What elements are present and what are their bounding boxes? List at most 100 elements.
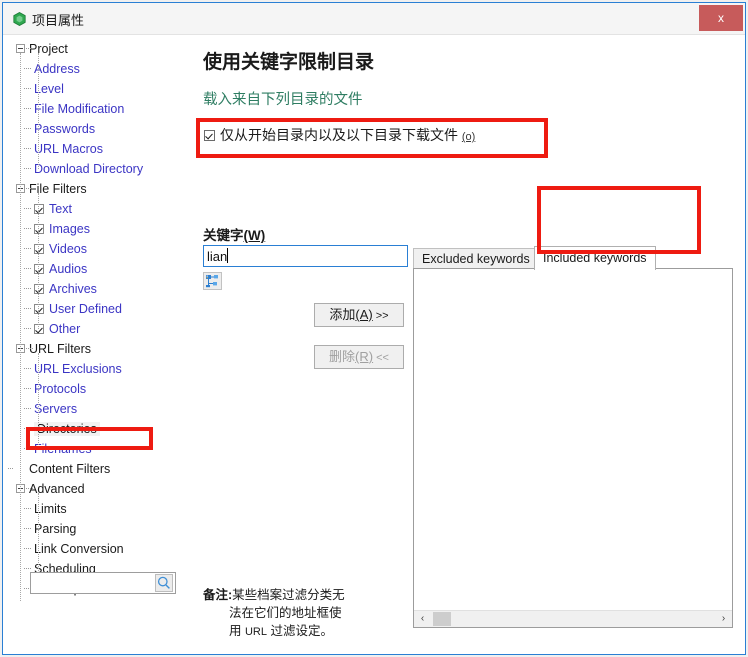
tree-connector bbox=[24, 568, 31, 570]
sidebar-item-download-directory[interactable]: Download Directory bbox=[8, 159, 188, 179]
add-button-mnemonic: (A) bbox=[355, 307, 373, 322]
keywords-listbox[interactable]: ‹ › bbox=[413, 268, 733, 628]
tree-connector bbox=[24, 508, 31, 510]
sidebar-item-file-modification[interactable]: File Modification bbox=[8, 99, 188, 119]
sidebar-item-url-macros[interactable]: URL Macros bbox=[8, 139, 188, 159]
tree-connector bbox=[24, 248, 31, 250]
download-option-label: 仅从开始目录内以及以下目录下载文件 bbox=[220, 127, 462, 143]
sidebar-item-images[interactable]: Images bbox=[8, 219, 188, 239]
sidebar-item-filenames[interactable]: Filenames bbox=[8, 439, 188, 459]
expander-minus-icon[interactable] bbox=[16, 44, 25, 53]
tree-rail-children bbox=[38, 353, 40, 449]
tab-excluded-keywords[interactable]: Excluded keywords bbox=[413, 248, 539, 268]
tree-connector bbox=[24, 308, 31, 310]
download-option-row[interactable]: 仅从开始目录内以及以下目录下载文件 (o) bbox=[204, 125, 475, 145]
sidebar-item-url-filters[interactable]: URL Filters bbox=[8, 339, 188, 359]
tree-connector bbox=[24, 88, 31, 90]
sidebar-item-user-defined[interactable]: User Defined bbox=[8, 299, 188, 319]
hexagon-icon bbox=[13, 12, 26, 26]
add-keyword-button[interactable]: 添加(A) >> bbox=[314, 303, 404, 327]
sidebar-item-label: Archives bbox=[49, 282, 97, 296]
tree-connector bbox=[26, 188, 33, 190]
hierarchy-icon[interactable] bbox=[203, 272, 222, 290]
tree-connector bbox=[26, 348, 33, 350]
sidebar-item-archives[interactable]: Archives bbox=[8, 279, 188, 299]
sidebar-item-label: Servers bbox=[34, 402, 78, 416]
text-caret bbox=[227, 248, 228, 263]
sidebar-item-link-conversion[interactable]: Link Conversion bbox=[8, 539, 188, 559]
note-line3-prefix: 用 bbox=[229, 624, 245, 638]
tree-connector bbox=[24, 388, 31, 390]
close-button[interactable]: x bbox=[699, 5, 743, 31]
tree-connector bbox=[24, 288, 31, 290]
tree-connector bbox=[24, 68, 31, 70]
search-icon[interactable] bbox=[155, 574, 173, 592]
scroll-left-icon[interactable]: ‹ bbox=[414, 611, 431, 627]
tree-connector bbox=[26, 48, 33, 50]
add-button-label: 添加 bbox=[329, 307, 356, 322]
sidebar-item-advanced[interactable]: Advanced bbox=[8, 479, 188, 499]
tree-rail-children bbox=[38, 53, 40, 169]
keyword-input[interactable] bbox=[203, 245, 408, 267]
tree-connector bbox=[26, 488, 33, 490]
sidebar-item-project[interactable]: Project bbox=[8, 39, 188, 59]
tree-rail-root bbox=[20, 53, 22, 602]
sidebar-item-directories[interactable]: Directories bbox=[8, 419, 188, 439]
download-option-checkbox[interactable] bbox=[204, 130, 215, 141]
tree-connector bbox=[24, 128, 31, 130]
tree-connector bbox=[24, 208, 31, 210]
sidebar-item-parsing[interactable]: Parsing bbox=[8, 519, 188, 539]
sidebar-item-other[interactable]: Other bbox=[8, 319, 188, 339]
content-pane: 使用关键字限制目录 载入来自下列目录的文件 仅从开始目录内以及以下目录下载文件 … bbox=[195, 35, 745, 654]
sidebar-item-text[interactable]: Text bbox=[8, 199, 188, 219]
tree-connector bbox=[24, 428, 31, 430]
tree-search-box[interactable] bbox=[30, 572, 176, 594]
sidebar-item-protocols[interactable]: Protocols bbox=[8, 379, 188, 399]
sidebar-item-content-filters[interactable]: Content Filters bbox=[8, 459, 188, 479]
remove-keyword-button[interactable]: 删除(R) << bbox=[314, 345, 404, 369]
sidebar-item-label: Protocols bbox=[34, 382, 87, 396]
note-title: 备注: bbox=[203, 588, 233, 602]
sidebar-item-file-filters[interactable]: File Filters bbox=[8, 179, 188, 199]
sidebar-item-address[interactable]: Address bbox=[8, 59, 188, 79]
tree-connector bbox=[24, 528, 31, 530]
keyword-label: 关键字(W) bbox=[203, 224, 265, 244]
sidebar-item-videos[interactable]: Videos bbox=[8, 239, 188, 259]
tree-connector bbox=[24, 328, 31, 330]
sidebar-item-label: File Modification bbox=[34, 102, 125, 116]
remove-button-mnemonic: (R) bbox=[355, 349, 374, 364]
horizontal-scrollbar[interactable]: ‹ › bbox=[414, 610, 732, 627]
tree-connector bbox=[8, 468, 13, 470]
dialog-window: 项目属性 x Project Address Level File Modificat… bbox=[2, 2, 746, 655]
scrollbar-thumb[interactable] bbox=[433, 612, 451, 626]
sidebar-item-label: URL Macros bbox=[34, 142, 103, 156]
sidebar-item-reports[interactable]: Reports bbox=[8, 599, 188, 602]
sidebar-item-label: Content Filters bbox=[29, 462, 111, 476]
scroll-right-icon[interactable]: › bbox=[715, 611, 732, 627]
sidebar-item-label: User Defined bbox=[49, 302, 122, 316]
tree-connector bbox=[24, 548, 31, 550]
sidebar-item-audios[interactable]: Audios bbox=[8, 259, 188, 279]
tree-connector bbox=[24, 448, 31, 450]
sidebar-item-level[interactable]: Level bbox=[8, 79, 188, 99]
sidebar-item-label: Parsing bbox=[34, 522, 77, 536]
note-line3-url: URL bbox=[244, 626, 267, 638]
tab-included-keywords[interactable]: Included keywords bbox=[534, 246, 656, 270]
tree-connector bbox=[24, 228, 31, 230]
remove-button-label: 删除 bbox=[329, 349, 356, 364]
sidebar-item-label: Address bbox=[34, 62, 80, 76]
sidebar-item-limits[interactable]: Limits bbox=[8, 499, 188, 519]
tree-connector bbox=[24, 108, 31, 110]
settings-tree[interactable]: Project Address Level File Modification Pass… bbox=[8, 39, 188, 602]
sidebar-item-label: Passwords bbox=[34, 122, 96, 136]
client-area: Project Address Level File Modification Pass… bbox=[3, 35, 745, 654]
sidebar-item-servers[interactable]: Servers bbox=[8, 399, 188, 419]
sidebar-item-label: Directories bbox=[34, 422, 100, 436]
remove-button-arrows: << bbox=[376, 352, 389, 364]
sidebar-item-label: Project bbox=[29, 42, 68, 56]
add-button-arrows: >> bbox=[375, 310, 389, 322]
sidebar-item-url-exclusions[interactable]: URL Exclusions bbox=[8, 359, 188, 379]
sidebar-item-passwords[interactable]: Passwords bbox=[8, 119, 188, 139]
tree-connector bbox=[24, 268, 31, 270]
sidebar-item-label: Download Directory bbox=[34, 162, 144, 176]
